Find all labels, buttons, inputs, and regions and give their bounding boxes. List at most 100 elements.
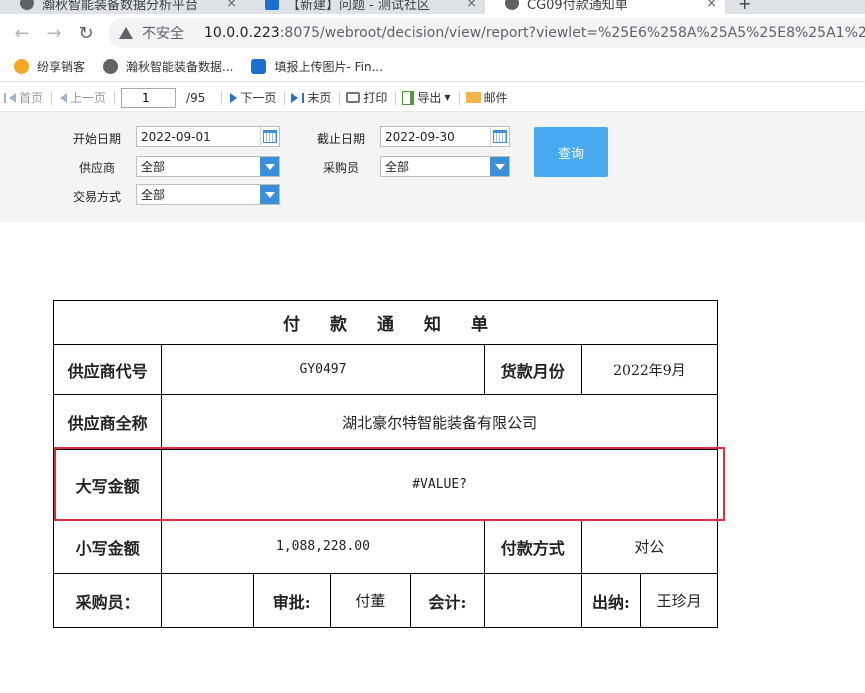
page-total: /95 [186,90,206,105]
last-page-label: 末页 [307,91,332,105]
mail-label: 邮件 [483,91,508,105]
chevron-down-icon [264,191,275,198]
export-button[interactable]: 导出 ▼ [402,89,451,106]
calendar-button[interactable] [260,127,279,146]
end-date-field[interactable]: 2022-09-30 [380,126,510,147]
last-page-icon [302,92,305,103]
parameter-panel: 开始日期 2022-09-01 截止日期 2022-09-30 供应商 全部 采… [0,112,865,222]
trade-method-select[interactable]: 全部 [136,184,280,205]
payment-month-value: 2022年9月 [580,344,719,395]
calendar-icon [263,130,277,143]
chrome-page-icon [505,0,519,10]
calendar-button[interactable] [490,127,509,146]
amount-upper-label: 大写金额 [52,449,163,520]
url-input[interactable]: 不安全 10.0.0.223 :8075/webroot/decision/vi… [108,18,865,48]
bookmark-label: 纷享销客 [37,60,86,74]
pay-method-label: 付款方式 [483,519,582,574]
bookmark-item[interactable]: 瀚秋智能装备数据... [103,58,233,75]
url-path: :8075/webroot/decision/view/report?viewl… [279,25,865,41]
buyer-sign-value [161,573,254,628]
reload-button[interactable]: ↻ [70,17,102,49]
cashier-value: 王珍月 [656,592,702,610]
browser-tab-active[interactable]: CG09付款通知单 × [485,0,725,14]
buyer-select[interactable]: 全部 [380,156,510,177]
bookmark-item[interactable]: 纷享销客 [0,58,85,75]
forward-button[interactable]: → [38,17,70,49]
divider [458,90,460,105]
bookmarks-bar: 纷享销客 瀚秋智能装备数据... 填报上传图片- Fin... [0,52,865,82]
first-page-label: 首页 [19,91,44,105]
report-title: 付款通知单 [53,300,718,345]
chevron-down-icon [494,163,505,170]
close-icon[interactable]: × [706,0,717,11]
security-label[interactable]: 不安全 [142,23,184,43]
first-page-icon [9,92,16,103]
last-page-button[interactable]: 末页 [291,89,331,106]
print-button[interactable]: 打印 [346,89,387,106]
chevron-down-icon [264,163,275,170]
tab-label: 瀚秋智能装备数据分析平台 [42,0,199,13]
bookmark-item[interactable]: 填报上传图片- Fin... [251,58,383,75]
chevron-down-icon: ▼ [444,93,451,102]
last-page-icon [291,92,299,103]
divider [51,90,53,105]
start-date-field[interactable]: 2022-09-01 [136,126,280,147]
mail-button[interactable]: 邮件 [465,89,508,106]
first-page-button[interactable]: 首页 [4,89,43,106]
supplier-name-label: 供应商全称 [52,394,163,450]
tab-strip: 瀚秋智能装备数据分析平台 × 【新建】问题 - 测试社区 × CG09付款通知单… [0,0,865,14]
accountant-value [483,573,582,628]
trade-method-value: 全部 [141,188,166,202]
start-date-value: 2022-09-01 [141,129,211,144]
next-page-label: 下一页 [240,91,277,105]
buyer-value: 全部 [385,160,410,174]
cashier-label: 出纳: [582,574,642,627]
supplier-select[interactable]: 全部 [136,156,280,177]
url-host: 10.0.0.223 [204,25,280,41]
next-page-icon [230,92,238,103]
divider [221,90,223,105]
dropdown-button[interactable] [490,157,509,176]
dropdown-button[interactable] [260,185,279,204]
report-toolbar: 首页 上一页 /95 下一页 末页 打印 导出 ▼ 邮件 [0,84,865,112]
browser-tab[interactable]: 瀚秋智能装备数据分析平台 × [0,0,245,14]
finereport-icon [251,59,267,74]
prev-page-button[interactable]: 上一页 [58,89,106,106]
supplier-code-value: GY0497 [161,344,485,395]
supplier-name-value: 湖北豪尔特智能装备有限公司 [161,394,718,450]
close-icon[interactable]: × [226,0,237,11]
report-table: 付款通知单 供应商代号 GY0497 货款月份 2022年9月 供应商全称 湖北… [52,300,719,628]
divider [284,90,286,105]
start-date-label: 开始日期 [72,132,121,146]
query-button[interactable]: 查询 [534,127,608,177]
fxiaoke-icon [14,59,29,74]
print-label: 打印 [363,91,388,105]
browser-tab[interactable]: 【新建】问题 - 测试社区 × [245,0,485,14]
calendar-icon [493,130,507,143]
next-page-button[interactable]: 下一页 [228,89,276,106]
chrome-page-icon [20,0,34,10]
payment-notice-report: 付款通知单 供应商代号 GY0497 货款月份 2022年9月 供应商全称 湖北… [52,300,719,628]
accountant-label: 会计: [410,573,485,628]
approval-value: 付董 [329,573,412,628]
page-number-input[interactable] [121,87,177,108]
reload-icon: ↻ [78,22,94,44]
address-bar: ← → ↻ 不安全 10.0.0.223 :8075/webroot/decis… [0,14,865,52]
supplier-value: 全部 [141,160,166,174]
divider [339,90,341,105]
supplier-code-label: 供应商代号 [52,344,163,395]
tab-label: 【新建】问题 - 测试社区 [287,0,430,13]
new-tab-button[interactable]: + [738,0,762,14]
back-button[interactable]: ← [6,17,38,49]
export-label: 导出 [417,91,442,105]
warning-icon [119,27,133,39]
prev-page-icon [60,92,68,103]
close-icon[interactable]: × [466,0,477,11]
buyer-sign-label: 采购员： [52,573,163,628]
amount-upper-value: #VALUE? [161,449,718,520]
end-date-label: 截止日期 [316,132,365,146]
trade-method-label: 交易方式 [72,190,121,204]
dropdown-button[interactable] [260,157,279,176]
chrome-page-icon [103,59,119,74]
approval-label: 审批: [252,573,331,628]
